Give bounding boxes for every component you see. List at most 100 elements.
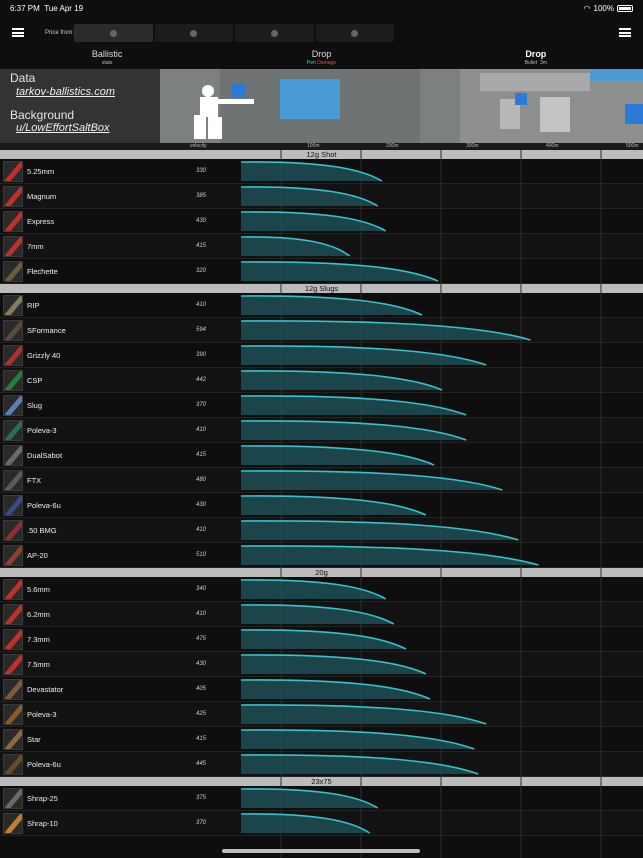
- ammo-row[interactable]: 5.25mm 330: [0, 159, 643, 184]
- ammo-name: AP-20: [27, 551, 48, 560]
- header-banner: Data tarkov-ballistics.com Background u/…: [0, 69, 643, 143]
- ammo-row[interactable]: 6.2mm 410: [0, 602, 643, 627]
- ammo-name: Magnum: [27, 192, 57, 201]
- shell-icon: [3, 370, 23, 391]
- ammo-name: Devastator: [27, 685, 64, 694]
- ammo-row[interactable]: Shrap-25 375: [0, 786, 643, 811]
- shell-icon: [3, 211, 23, 232]
- ammo-name: Flechette: [27, 267, 58, 276]
- ammo-row[interactable]: 7mm 415: [0, 234, 643, 259]
- price-flea-button[interactable]: [74, 24, 153, 42]
- ammo-row[interactable]: .50 BMG 410: [0, 518, 643, 543]
- ammo-name: 7.3mm: [27, 635, 50, 644]
- axis-velocity-label: velocity: [190, 143, 207, 149]
- ammo-velocity: 430: [196, 661, 207, 667]
- price-source-selector[interactable]: [74, 24, 394, 42]
- ammo-row[interactable]: CSP 442: [0, 368, 643, 393]
- section-header: 12g Slugs: [0, 284, 643, 293]
- section-header: 23x75: [0, 777, 643, 786]
- ammo-name: RIP: [27, 301, 40, 310]
- ammo-row[interactable]: Express 430: [0, 209, 643, 234]
- ammo-name: CSP: [27, 376, 43, 385]
- ammo-row[interactable]: Shrap-10 370: [0, 811, 643, 836]
- credits-panel: Data tarkov-ballistics.com Background u/…: [0, 69, 160, 143]
- ammo-name: 5.6mm: [27, 585, 50, 594]
- ammo-name: .50 BMG: [27, 526, 57, 535]
- top-bar: Price from:: [0, 18, 643, 46]
- ammo-name: Poleva-3: [27, 710, 57, 719]
- ammo-name: 5.25mm: [27, 167, 55, 176]
- price-craft-button[interactable]: [235, 24, 314, 42]
- section-header: 20g: [0, 568, 643, 577]
- shell-icon: [3, 729, 23, 750]
- ammo-velocity: 415: [196, 452, 207, 458]
- shell-icon: [3, 186, 23, 207]
- ammo-row[interactable]: SFormance 594: [0, 318, 643, 343]
- shell-icon: [3, 470, 23, 491]
- ammo-row[interactable]: Poleva-3 410: [0, 418, 643, 443]
- ammo-row[interactable]: Poleva-3 425: [0, 702, 643, 727]
- soldier-silhouette-icon: [194, 85, 254, 139]
- axis-tick: 300m: [466, 143, 479, 149]
- status-right: ◠ 100%: [584, 4, 633, 13]
- ammo-name: 6.2mm: [27, 610, 50, 619]
- price-barter-button[interactable]: [315, 24, 394, 42]
- ammo-row[interactable]: Magnum 385: [0, 184, 643, 209]
- shell-icon: [3, 579, 23, 600]
- shell-icon: [3, 320, 23, 341]
- background-heading: Background: [10, 108, 75, 122]
- price-trader-button[interactable]: [154, 24, 233, 42]
- ammo-velocity: 475: [196, 636, 207, 642]
- view-tabs: Ballistic stats Drop Pen Damage Drop Bul…: [0, 49, 643, 71]
- status-bar: 6:37 PM Tue Apr 19 ◠ 100%: [0, 0, 643, 16]
- background-credit-link[interactable]: u/LowEffortSaltBox: [16, 122, 110, 134]
- ammo-row[interactable]: FTX 480: [0, 468, 643, 493]
- data-source-link[interactable]: tarkov-ballistics.com: [16, 86, 115, 98]
- hammer-icon: [270, 29, 278, 37]
- ammo-velocity: 370: [196, 820, 207, 826]
- menu-icon-right[interactable]: [619, 28, 631, 37]
- ammo-velocity: 445: [196, 761, 207, 767]
- ammo-row[interactable]: Star 415: [0, 727, 643, 752]
- ammo-row[interactable]: 5.6mm 340: [0, 577, 643, 602]
- shell-icon: [3, 545, 23, 566]
- ammo-velocity: 330: [196, 168, 207, 174]
- ammo-row[interactable]: Devastator 405: [0, 677, 643, 702]
- wrench-icon: [351, 29, 359, 37]
- tab-ballistic[interactable]: Ballistic stats: [0, 49, 214, 69]
- data-heading: Data: [10, 71, 36, 85]
- status-time: 6:37 PM Tue Apr 19: [10, 4, 84, 13]
- ammo-row[interactable]: 7.3mm 475: [0, 627, 643, 652]
- ammo-row[interactable]: 7.5mm 430: [0, 652, 643, 677]
- ammo-velocity: 375: [196, 795, 207, 801]
- ammo-row[interactable]: Slug 370: [0, 393, 643, 418]
- shell-icon: [3, 345, 23, 366]
- shell-icon: [3, 754, 23, 775]
- shell-icon: [3, 261, 23, 282]
- tab-drop-pen-damage[interactable]: Drop Pen Damage: [214, 49, 428, 69]
- ammo-name: Slug: [27, 401, 43, 410]
- shell-icon: [3, 420, 23, 441]
- shell-icon: [3, 495, 23, 516]
- ammo-row[interactable]: Flechette 320: [0, 259, 643, 284]
- shell-icon: [3, 704, 23, 725]
- ammo-row[interactable]: Poleva-6u 430: [0, 493, 643, 518]
- ammo-velocity: 410: [196, 527, 207, 533]
- ammo-velocity: 480: [196, 477, 207, 483]
- shell-icon: [3, 236, 23, 257]
- menu-icon-left[interactable]: [12, 28, 24, 37]
- shell-icon: [3, 445, 23, 466]
- tab-drop-bullet[interactable]: Drop Bullet 3m: [428, 49, 643, 71]
- ammo-row[interactable]: RIP 410: [0, 293, 643, 318]
- axis-tick: 100m: [307, 143, 320, 149]
- ammo-row[interactable]: Poleva-6u 445: [0, 752, 643, 777]
- ammo-row[interactable]: AP-20 510: [0, 543, 643, 568]
- ammo-name: Shrap-10: [27, 819, 58, 828]
- ammo-name: Star: [27, 735, 41, 744]
- map-background-image: [160, 69, 643, 143]
- ammo-row[interactable]: DualSabot 415: [0, 443, 643, 468]
- shell-icon: [3, 813, 23, 834]
- shell-icon: [3, 161, 23, 182]
- ammo-name: Grizzly 40: [27, 351, 61, 360]
- ammo-row[interactable]: Grizzly 40 390: [0, 343, 643, 368]
